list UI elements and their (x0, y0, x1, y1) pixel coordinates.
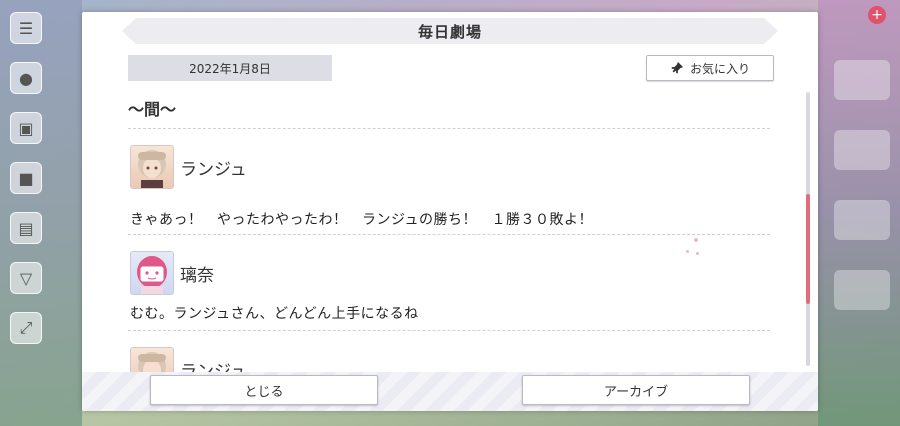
background-tile (834, 60, 890, 100)
background-left-rail: ☰ ● ▣ ■ ▤ ▽ ⤢ (0, 0, 82, 426)
avatar-ranju (130, 145, 174, 189)
scrollbar[interactable] (806, 92, 810, 366)
background-right-rail: + (818, 0, 900, 426)
avatar-ranju-art (138, 352, 166, 372)
chat-icon[interactable]: ● (10, 62, 42, 94)
speaker-row: 璃奈 (130, 250, 214, 296)
present-icon[interactable]: ▤ (10, 212, 42, 244)
gift-icon[interactable]: ■ (10, 162, 42, 194)
avatar-ranju (130, 347, 174, 372)
sparkle-decoration (686, 250, 689, 253)
dialogue-line: きゃあっ！ やったわやったわ！ ランジュの勝ち！ １勝３０敗よ！ (130, 212, 594, 228)
favorite-label: お気に入り (689, 61, 750, 76)
favorite-button[interactable]: お気に入り (646, 55, 774, 81)
dialog-title-bar: 毎日劇場 (122, 18, 778, 44)
divider (128, 330, 770, 331)
expand-icon[interactable]: ⤢ (10, 312, 42, 344)
background-tile (834, 130, 890, 170)
speaker-name: 璃奈 (180, 265, 214, 286)
archive-button[interactable]: アーカイブ (522, 375, 750, 405)
event-icon[interactable]: ▣ (10, 112, 42, 144)
avatar-rina (130, 251, 174, 295)
speaker-row: ランジュ (130, 346, 247, 372)
divider (128, 234, 770, 235)
dialogue-line: むむ。ランジュさん、どんどん上手になるね (130, 306, 419, 322)
plus-icon[interactable]: + (868, 6, 886, 24)
speaker-name: ランジュ (180, 159, 247, 180)
scrollbar-thumb[interactable] (806, 194, 810, 304)
background-tile (834, 270, 890, 310)
sparkle-decoration (694, 238, 698, 242)
hamburger-icon[interactable]: ☰ (10, 12, 42, 44)
speaker-name: ランジュ (180, 361, 247, 373)
pin-icon (671, 61, 684, 74)
divider (128, 128, 770, 129)
script-content[interactable]: 〜間〜 ランジュ きゃあっ！ やったわやったわ！ ランジュの勝ち！ １勝３０敗よ… (128, 90, 770, 372)
close-button[interactable]: とじる (150, 375, 378, 405)
sparkle-decoration (696, 252, 699, 255)
scene-title: 〜間〜 (128, 100, 177, 119)
avatar-rina-art (137, 256, 167, 294)
daily-theater-dialog: 毎日劇場 2022年1月8日 お気に入り 〜間〜 ランジュ きゃあっ！ やったわ… (82, 12, 818, 411)
date-label: 2022年1月8日 (128, 55, 332, 81)
trophy-icon[interactable]: ▽ (10, 262, 42, 294)
speaker-row: ランジュ (130, 144, 247, 190)
dialog-title: 毎日劇場 (417, 22, 482, 41)
avatar-ranju-art (138, 150, 166, 188)
background-tile (834, 200, 890, 240)
